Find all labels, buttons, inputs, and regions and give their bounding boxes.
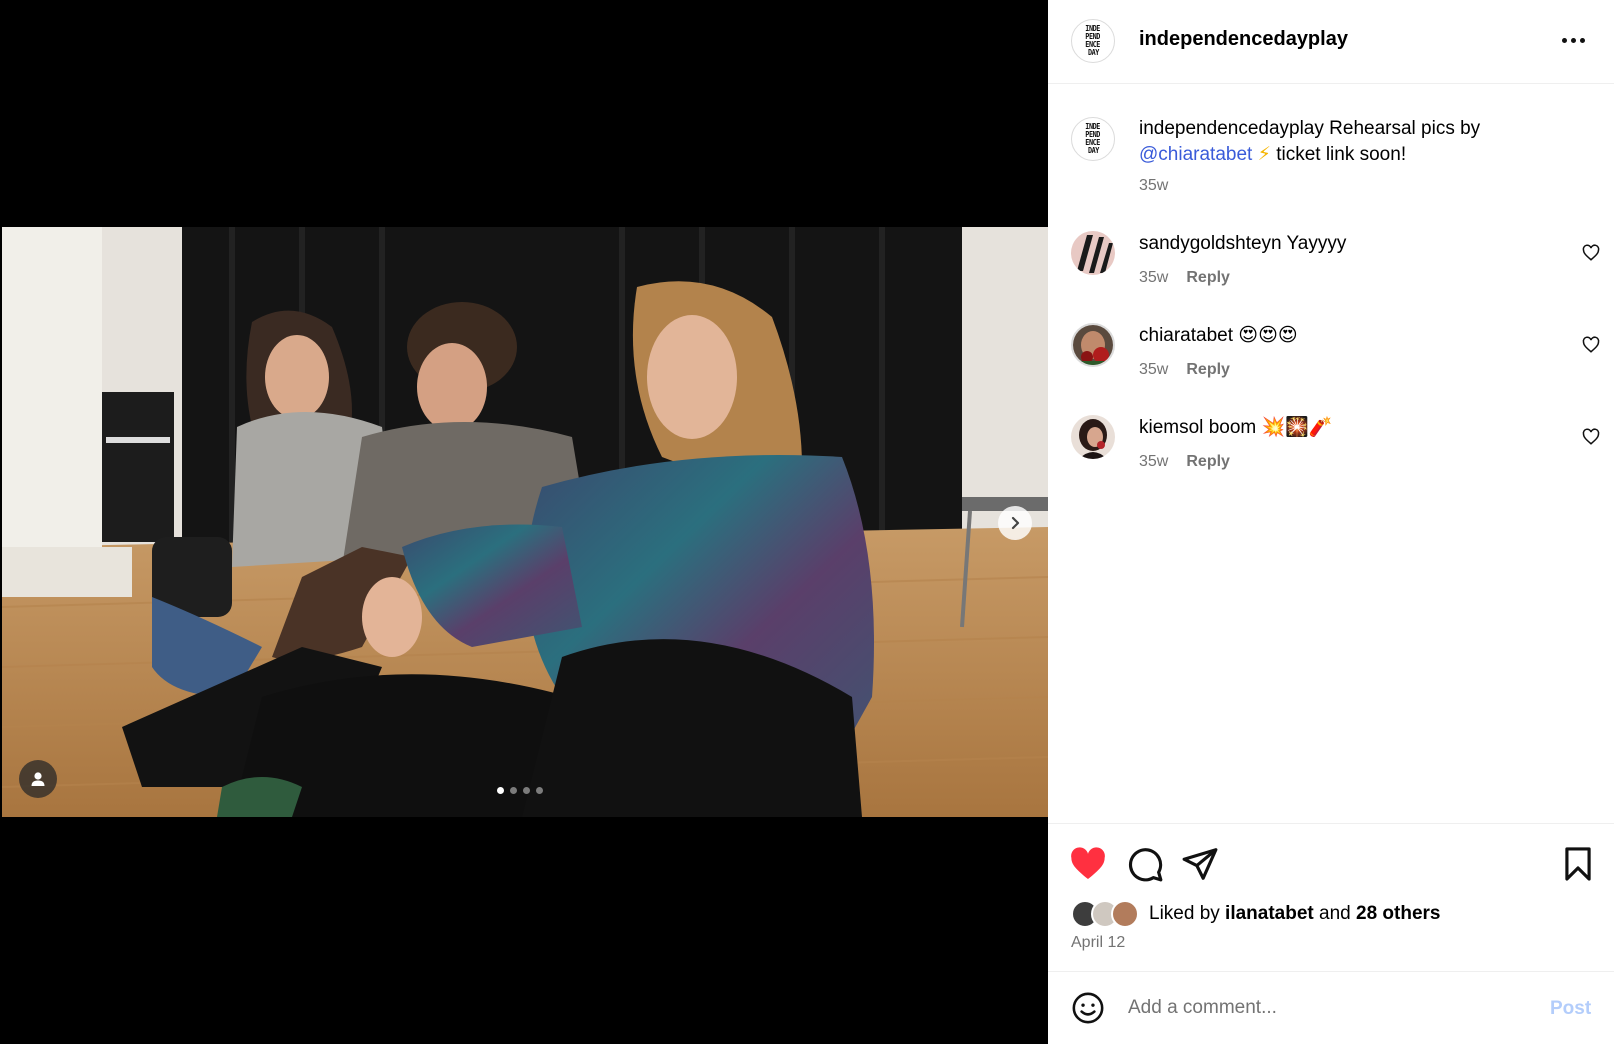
liked-by-summary: Liked by ilanatabet and 28 others xyxy=(1071,900,1441,928)
comment-time[interactable]: 35w xyxy=(1139,453,1168,471)
comment-text: chiaratabet 😍😍😍 xyxy=(1139,323,1298,349)
reply-button[interactable]: Reply xyxy=(1186,453,1230,471)
post-date[interactable]: April 12 xyxy=(1071,934,1125,952)
comment-input[interactable] xyxy=(1128,990,1528,1026)
rehearsal-photo-illustration xyxy=(2,227,1048,817)
commenter-avatar[interactable] xyxy=(1071,323,1115,367)
heart-outline-icon[interactable] xyxy=(1582,336,1600,354)
caption-mention-link[interactable]: @chiaratabet xyxy=(1139,144,1252,165)
comment-meta: 35w Reply xyxy=(1139,269,1230,287)
avatar-logo-line: DAY xyxy=(1087,146,1099,155)
heart-filled-icon[interactable] xyxy=(1069,845,1107,883)
likes-text: Liked by ilanatabet and 28 others xyxy=(1149,903,1441,925)
caption-timestamp[interactable]: 35w xyxy=(1139,177,1168,195)
likes-middle: and xyxy=(1313,903,1357,924)
send-paper-plane-icon[interactable] xyxy=(1181,845,1219,883)
caption-avatar[interactable]: INDE PEND ENCE DAY xyxy=(1071,117,1115,161)
likes-prefix: Liked by xyxy=(1149,903,1226,924)
caption-body-end: ticket link soon! xyxy=(1270,144,1407,165)
comment-meta: 35w Reply xyxy=(1139,453,1230,471)
caption-text: independencedayplay Rehearsal pics by @c… xyxy=(1139,116,1579,168)
comment-composer: Post xyxy=(1048,971,1614,1044)
portrait-roses-avatar xyxy=(1073,325,1113,365)
dot-icon xyxy=(1561,37,1567,43)
post-side-pane: INDE PEND ENCE DAY independencedayplay I… xyxy=(1048,0,1614,1044)
comment-body: boom 💥🎇🧨 xyxy=(1208,417,1333,438)
post-photo[interactable] xyxy=(2,227,1048,817)
comment-body: 😍😍😍 xyxy=(1238,325,1298,346)
reply-button[interactable]: Reply xyxy=(1186,361,1230,379)
commenter-avatar[interactable] xyxy=(1071,231,1115,275)
comment-item: chiaratabet 😍😍😍 35w Reply xyxy=(1071,323,1601,393)
caption-body: Rehearsal pics by xyxy=(1323,118,1481,139)
portrait-dark-avatar xyxy=(1071,415,1115,459)
comment-meta: 35w Reply xyxy=(1139,361,1230,379)
comment-body: Yayyyy xyxy=(1286,233,1347,254)
comment-bubble-icon[interactable] xyxy=(1126,845,1164,883)
comment-item: sandygoldshteyn Yayyyy 35w Reply xyxy=(1071,231,1601,301)
post-comment-button[interactable]: Post xyxy=(1550,998,1591,1020)
comment-time[interactable]: 35w xyxy=(1139,269,1168,287)
liker-avatars xyxy=(1071,900,1149,928)
post-header: INDE PEND ENCE DAY independencedayplay xyxy=(1048,0,1614,84)
comment-username[interactable]: kiemsol xyxy=(1139,417,1203,438)
emoji-smiley-icon[interactable] xyxy=(1071,991,1105,1025)
comment-username[interactable]: sandygoldshteyn xyxy=(1139,233,1282,254)
heart-outline-icon[interactable] xyxy=(1582,244,1600,262)
comment-text: sandygoldshteyn Yayyyy xyxy=(1139,231,1346,257)
comment-time[interactable]: 35w xyxy=(1139,361,1168,379)
dot-icon xyxy=(1579,37,1585,43)
lightning-emoji: ⚡ xyxy=(1257,144,1271,165)
carousel-dot xyxy=(523,787,530,794)
post-actions: Liked by ilanatabet and 28 others April … xyxy=(1048,823,1614,973)
media-pane xyxy=(0,0,1048,1044)
bookmark-save-icon[interactable] xyxy=(1559,845,1597,883)
person-icon xyxy=(31,772,45,786)
more-options-button[interactable] xyxy=(1558,28,1588,52)
avatar-logo-line: DAY xyxy=(1087,48,1099,57)
tagged-users-button[interactable] xyxy=(19,760,57,798)
carousel-dot xyxy=(497,787,504,794)
chevron-right-icon xyxy=(1011,516,1020,530)
carousel-next-button[interactable] xyxy=(998,506,1032,540)
carousel-dot xyxy=(510,787,517,794)
liker-avatar[interactable] xyxy=(1111,900,1139,928)
carousel-dot xyxy=(536,787,543,794)
comment-item: kiemsol boom 💥🎇🧨 35w Reply xyxy=(1071,415,1601,485)
author-avatar[interactable]: INDE PEND ENCE DAY xyxy=(1071,19,1115,63)
comment-username[interactable]: chiaratabet xyxy=(1139,325,1233,346)
liker-username[interactable]: ilanatabet xyxy=(1225,903,1314,924)
likes-others-link[interactable]: 28 others xyxy=(1356,903,1440,924)
striped-nails-avatar xyxy=(1071,231,1115,275)
caption-username[interactable]: independencedayplay xyxy=(1139,118,1324,139)
dot-icon xyxy=(1570,37,1576,43)
author-username[interactable]: independencedayplay xyxy=(1139,28,1348,51)
commenter-avatar[interactable] xyxy=(1071,415,1115,459)
comment-text: kiemsol boom 💥🎇🧨 xyxy=(1139,415,1332,441)
reply-button[interactable]: Reply xyxy=(1186,269,1230,287)
heart-outline-icon[interactable] xyxy=(1582,428,1600,446)
carousel-indicator xyxy=(497,787,543,794)
